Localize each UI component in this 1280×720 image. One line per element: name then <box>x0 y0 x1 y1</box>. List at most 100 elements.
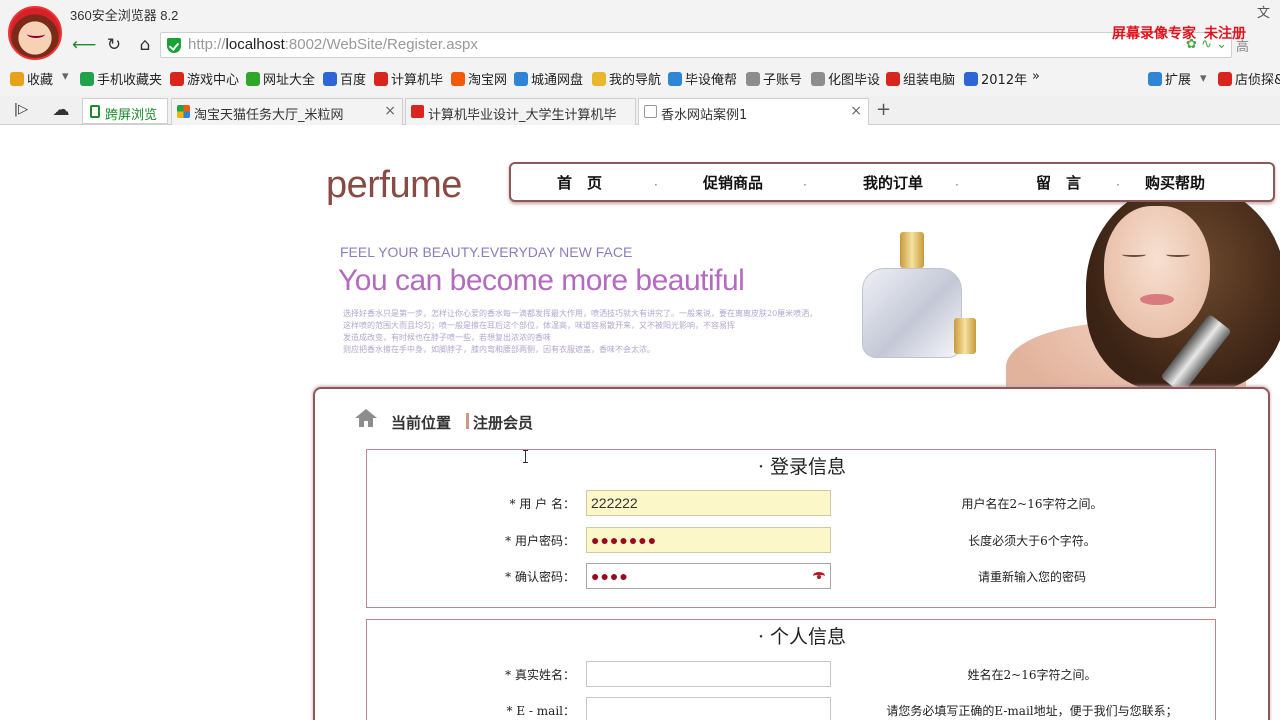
banner-subtitle: FEEL YOUR BEAUTY.EVERYDAY NEW FACE <box>340 244 633 260</box>
confirm-password-hint: 请重新输入您的密码 <box>977 570 1086 584</box>
title-bar: 360安全浏览器 8.2 文 <box>0 0 1280 60</box>
confirm-password-label: * 确认密码： <box>505 570 575 584</box>
password-row: * 用户密码： 长度必须大于6个字符。 <box>367 527 1217 553</box>
menu-home[interactable]: 首 页 <box>557 172 602 193</box>
breadcrumb-label: 当前位置 <box>391 414 452 432</box>
username-hint: 用户名在2~16字符之间。 <box>961 497 1103 511</box>
globe-icon <box>246 71 260 86</box>
extensions-grid-icon <box>1148 71 1162 86</box>
main-menu: 首 页 · 促销商品 · 我的订单 · 留 言 · 购买帮助 <box>509 162 1275 202</box>
web-page: perfume 首 页 · 促销商品 · 我的订单 · 留 言 · 购买帮助 F… <box>0 126 1280 720</box>
bookmark-label: 城通网盘 <box>531 73 584 88</box>
email-row: * E - mail： 请您务必填写正确的E-mail地址，便于我们与您联系； <box>367 697 1217 720</box>
model-image <box>1006 202 1280 388</box>
password-input[interactable] <box>586 527 831 553</box>
hero-banner: FEEL YOUR BEAUTY.EVERYDAY NEW FACE You c… <box>314 202 1280 388</box>
menu-divider: · <box>654 178 658 192</box>
home-icon <box>355 409 377 427</box>
menu-divider: · <box>803 178 807 192</box>
extensions-button[interactable]: 扩展 ▾ <box>1148 69 1207 88</box>
refresh-icon[interactable]: ↻ <box>103 34 125 56</box>
bookmark-item[interactable]: 我的导航 <box>592 69 661 88</box>
bookmark-label: 化图毕设 <box>828 73 881 88</box>
screen-recorder-watermark: 屏幕录像专家 未注册 <box>1112 26 1246 42</box>
app-title: 360安全浏览器 8.2 <box>70 8 179 23</box>
section-title: · 登录信息 <box>757 456 847 478</box>
bookmark-item[interactable]: 计算机毕 <box>374 69 443 88</box>
bookmark-label: 淘宝网 <box>468 73 508 88</box>
extensions-label: 扩展 <box>1165 73 1192 88</box>
tab-computer-graduation[interactable]: 计算机毕业设计_大学生计算机毕 <box>405 98 636 125</box>
url-text[interactable]: http://localhost:8002/WebSite/Register.a… <box>188 36 478 53</box>
security-shield-icon[interactable] <box>167 38 181 53</box>
folder-icon <box>592 71 606 86</box>
login-info-section: · 登录信息 * 用 户 名： 用户名在2~16字符之间。 * 用户密码： 长度… <box>366 449 1216 608</box>
password-label: * 用户密码： <box>505 534 575 548</box>
bookmark-item[interactable]: 毕设俺帮 <box>668 69 737 88</box>
game-icon <box>170 71 184 86</box>
bookmarks-bar: 收藏 手机收藏夹 游戏中心 网址大全 百度 计算机毕 淘宝网 城通网盘 我的导航 毕设俺帮 子账号 化… <box>0 65 1280 91</box>
real-name-input[interactable] <box>586 661 831 687</box>
bookmark-label: 子账号 <box>763 73 803 88</box>
bookmark-label: 计算机毕 <box>391 73 444 88</box>
email-label: * E - mail： <box>506 704 575 718</box>
new-tab-plus-icon[interactable]: + <box>876 99 891 120</box>
confirm-password-input[interactable] <box>586 563 831 589</box>
bookmark-item[interactable]: 网址大全 <box>246 69 315 88</box>
favorites-dropdown-icon[interactable]: ▾ <box>62 69 69 84</box>
bookmark-label: 组装电脑 <box>903 73 956 88</box>
breadcrumb-current-page: 注册会员 <box>473 414 534 432</box>
bookmark-item[interactable]: 淘宝网 <box>451 69 507 88</box>
bookmark-item[interactable]: 组装电脑 <box>886 69 955 88</box>
bookmark-label: 网址大全 <box>263 73 316 88</box>
bookmark-item[interactable]: 城通网盘 <box>514 69 583 88</box>
page-icon <box>746 71 760 86</box>
bookmark-item[interactable]: 收藏 <box>10 69 53 88</box>
close-icon[interactable]: × <box>384 103 396 119</box>
bookmark-item[interactable]: 百度 <box>323 69 366 88</box>
bookmark-item[interactable]: 2012年 <box>964 69 1027 88</box>
bookmark-label: 2012年 <box>981 73 1028 88</box>
home-icon[interactable]: ⌂ <box>134 34 156 56</box>
top-right-mark: 文 <box>1256 6 1270 21</box>
menu-promotions[interactable]: 促销商品 <box>703 172 763 193</box>
menu-help[interactable]: 购买帮助 <box>1145 172 1205 193</box>
site-logo[interactable]: perfume <box>326 164 462 207</box>
bookmark-item[interactable]: 化图毕设 <box>811 69 880 88</box>
bookmark-item[interactable]: 游戏中心 <box>170 69 239 88</box>
bi-icon <box>374 71 388 86</box>
username-input[interactable] <box>586 490 831 516</box>
breadcrumb-separator <box>466 413 469 429</box>
email-hint: 请您务必填写正确的E-mail地址，便于我们与您联系； <box>886 704 1178 718</box>
url-field[interactable]: http://localhost:8002/WebSite/Register.a… <box>160 32 1232 58</box>
page-icon <box>811 71 825 86</box>
personal-info-section: · 个人信息 * 真实姓名： 姓名在2~16字符之间。 * E - mail： … <box>366 619 1216 720</box>
tab-perfume-site[interactable]: 香水网站案例1 × <box>638 98 869 125</box>
ct-icon <box>514 71 528 86</box>
chevron-down-icon: ▾ <box>1200 71 1207 86</box>
real-name-label: * 真实姓名： <box>505 668 575 682</box>
shop-detective-button[interactable]: 店侦探& <box>1218 69 1280 88</box>
show-password-eye-icon[interactable] <box>813 572 825 580</box>
shop-label: 店侦探& <box>1235 73 1280 88</box>
mili-favicon-icon <box>177 105 190 118</box>
tab-bar: |▷ ☁ 跨屏浏览 淘宝天猫任务大厅_米粒网 × 计算机毕业设计_大学生计算机毕… <box>0 96 1280 125</box>
email-input[interactable] <box>586 697 831 720</box>
menu-messages[interactable]: 留 言 <box>1036 172 1081 193</box>
bookmark-item[interactable]: 子账号 <box>746 69 802 88</box>
help-icon <box>668 71 682 86</box>
baidu-paw-icon <box>964 71 978 86</box>
bookmark-item[interactable]: 手机收藏夹 <box>80 69 162 88</box>
sidebar-toggle-icon[interactable]: |▷ <box>10 99 32 121</box>
close-icon[interactable]: × <box>850 103 862 119</box>
menu-my-orders[interactable]: 我的订单 <box>863 172 923 193</box>
baidu-paw-icon <box>323 71 337 86</box>
bookmark-more-chevron-icon[interactable]: » <box>1032 69 1040 84</box>
taobao-icon <box>451 71 465 86</box>
cloud-icon[interactable]: ☁ <box>50 99 72 121</box>
split-screen-tab[interactable]: 跨屏浏览 <box>82 98 168 124</box>
tab-taobao[interactable]: 淘宝天猫任务大厅_米粒网 × <box>171 98 403 125</box>
back-arrow-icon[interactable]: ⟵ <box>72 34 96 56</box>
bookmark-label: 我的导航 <box>609 73 662 88</box>
mouse-ibeam-cursor <box>523 450 531 463</box>
